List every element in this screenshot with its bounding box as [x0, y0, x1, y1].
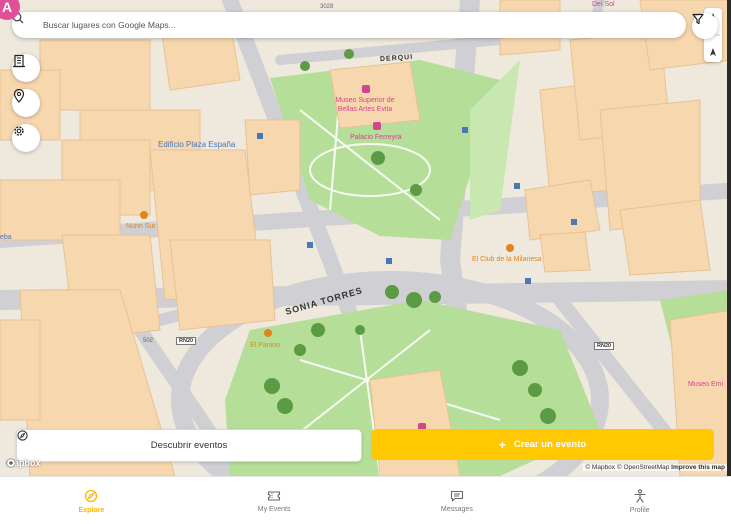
- nav-messages-label: Messages: [440, 505, 473, 513]
- nav-explore-label: Explore: [78, 506, 105, 514]
- nav-my-events-label: My Events: [257, 505, 291, 513]
- filter-icon: [692, 13, 704, 25]
- bottom-nav: Explore My Events Messages Profile: [0, 476, 731, 524]
- nav-profile[interactable]: Profile: [548, 477, 731, 524]
- search-input[interactable]: [41, 19, 645, 31]
- attribution-mapbox[interactable]: © Mapbox: [585, 464, 615, 471]
- compass-icon: [85, 489, 98, 502]
- location-pin-icon: [13, 89, 25, 103]
- mapbox-logo-icon: [6, 458, 16, 468]
- map-label-left-cut: eba: [0, 234, 12, 241]
- map-label-museo-right: Museo Emi: [688, 381, 724, 388]
- map-attribution: © Mapbox © OpenStreetMap Improve this ma…: [583, 464, 727, 471]
- map-label-palace: Palacio Ferreyra: [350, 134, 402, 141]
- settings-button[interactable]: [12, 124, 40, 152]
- nav-messages[interactable]: Messages: [366, 477, 549, 524]
- avatar-initial: A: [1, 0, 13, 15]
- map-label-nunn: Nunn Sur: [126, 223, 156, 230]
- location-button[interactable]: [12, 89, 40, 117]
- create-event-label: Crear un evento: [513, 439, 587, 450]
- message-icon: [450, 490, 463, 501]
- map-label-edificio: Edificio Plaza España: [158, 140, 236, 149]
- buildings-button[interactable]: [12, 54, 40, 82]
- map-number-top: 3028: [320, 4, 334, 10]
- route-shield-rn20-right: RN20: [594, 342, 615, 350]
- building-icon: [13, 54, 25, 68]
- map-canvas[interactable]: [0, 0, 731, 476]
- map-label-club: El Club de la Milanesa: [472, 256, 542, 263]
- search-icon: [12, 12, 37, 33]
- compass-icon: [17, 430, 28, 441]
- mapbox-logo[interactable]: mapbox: [6, 458, 41, 468]
- map-label-paninino: El Panino: [250, 342, 280, 349]
- gear-icon: [14, 126, 24, 136]
- ticket-icon: [268, 490, 281, 501]
- filter-button[interactable]: [692, 13, 718, 39]
- create-event-button[interactable]: + Crear un evento: [371, 429, 714, 460]
- map-number-502: 502: [143, 338, 154, 344]
- map-label-museum: Museo Superior de Bellas Artes Evita: [335, 97, 395, 113]
- window-edge: [727, 0, 731, 476]
- map-view[interactable]: Museo Superior de Bellas Artes Evita Pal…: [0, 0, 731, 476]
- route-shield-rn20: RN20: [176, 337, 197, 345]
- app-root: Museo Superior de Bellas Artes Evita Pal…: [0, 0, 731, 524]
- attribution-osm[interactable]: © OpenStreetMap: [617, 464, 669, 471]
- plus-icon: +: [498, 437, 506, 452]
- nav-profile-label: Profile: [629, 506, 650, 514]
- discover-events-button[interactable]: Descubrir eventos: [16, 429, 362, 462]
- attribution-improve[interactable]: Improve this map: [671, 464, 725, 471]
- discover-events-label: Descubrir eventos: [150, 440, 228, 451]
- nav-my-events[interactable]: My Events: [183, 477, 366, 524]
- nav-explore[interactable]: Explore: [0, 477, 183, 524]
- map-label-del-sol: Del Sol: [592, 1, 615, 8]
- search-bar[interactable]: [12, 12, 686, 38]
- person-icon: [634, 488, 646, 503]
